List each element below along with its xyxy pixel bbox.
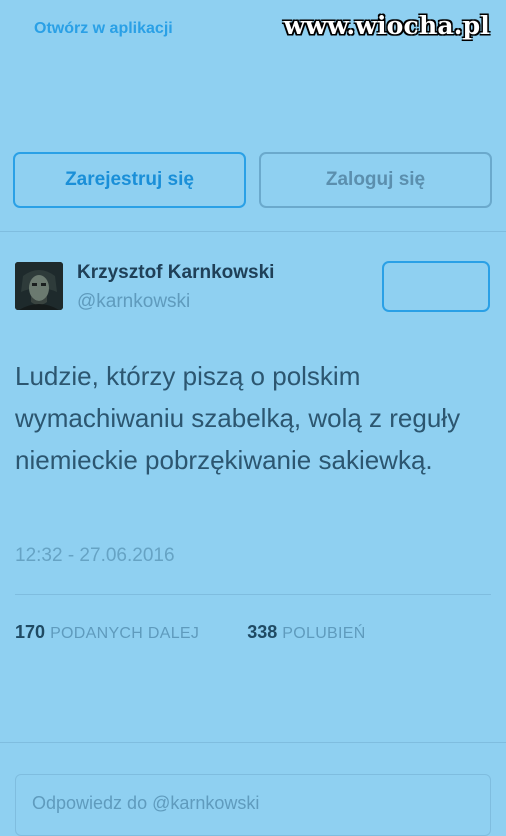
avatar-image <box>15 262 63 310</box>
reply-placeholder: Odpowiedz do @karnkowski <box>32 793 260 813</box>
reply-input[interactable]: Odpowiedz do @karnkowski <box>15 774 491 836</box>
avatar[interactable] <box>15 262 63 310</box>
follow-button[interactable] <box>382 261 490 312</box>
divider <box>0 742 506 743</box>
author-name[interactable]: Krzysztof Karnkowski <box>77 262 274 284</box>
divider <box>15 594 491 595</box>
register-button-label: Zarejestruj się <box>65 169 194 190</box>
watermark: www.wiocha.pl <box>283 11 490 40</box>
login-button[interactable]: Zaloguj się <box>259 152 492 208</box>
top-bar: Otwórz w aplikacji www.wiocha.pl <box>0 0 506 60</box>
likes-label: POLUBIEŃ <box>282 625 366 642</box>
likes-count: 338 <box>247 622 278 642</box>
likes-stat[interactable]: 338 POLUBIEŃ <box>247 622 365 642</box>
retweets-label: PODANYCH DALEJ <box>50 625 200 642</box>
tweet-stats: 170 PODANYCH DALEJ 338 POLUBIEŃ <box>15 622 366 643</box>
login-button-label: Zaloguj się <box>325 169 426 190</box>
retweets-count: 170 <box>15 622 46 642</box>
author-handle[interactable]: @karnkowski <box>77 291 190 313</box>
register-button[interactable]: Zarejestruj się <box>13 152 246 208</box>
tweet-timestamp[interactable]: 12:32 - 27.06.2016 <box>15 545 175 567</box>
divider <box>0 231 506 232</box>
retweets-stat[interactable]: 170 PODANYCH DALEJ <box>15 622 204 642</box>
open-in-app-link[interactable]: Otwórz w aplikacji <box>34 20 173 38</box>
tweet-text: Ludzie, którzy piszą o polskim wymachiwa… <box>15 361 461 475</box>
